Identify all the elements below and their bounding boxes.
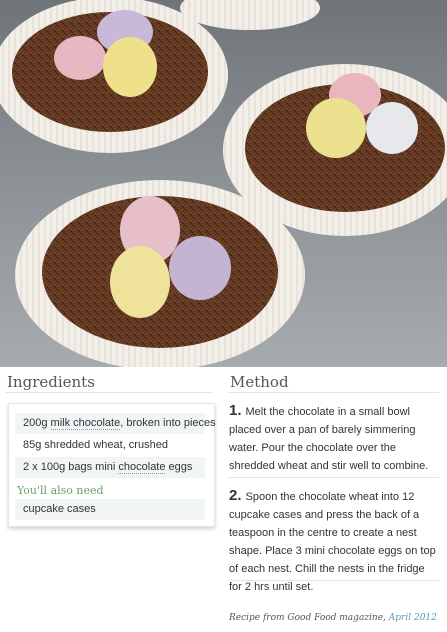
credit-text: Recipe from Good Food magazine, [229,613,389,623]
ingredients-card: 200g milk chocolate, broken into pieces … [8,403,216,527]
also-need-label: You'll also need [17,484,104,497]
method-heading: Method [230,373,289,391]
step-divider [229,477,439,478]
also-need-item: cupcake cases [15,499,205,520]
also-need-text: cupcake cases [23,503,96,515]
ingredient-link-milk-chocolate[interactable]: milk chocolate [50,417,121,430]
ingredient-item: 2 x 100g bags mini chocolate eggs [15,457,205,478]
step-text: Spoon the chocolate wheat into 12 cupcak… [229,491,436,593]
credit-issue-link[interactable]: April 2012 [389,613,437,623]
step-divider [229,580,439,581]
recipe-photo [0,0,447,367]
ingredient-text: 2 x 100g bags mini [23,461,119,473]
ingredients-heading: Ingredients [7,373,95,391]
method-step-1: 1. Melt the chocolate in a small bowl pla… [229,402,439,475]
step-number: 2. [229,487,242,504]
method-divider [229,392,439,393]
ingredient-text: eggs [165,461,193,473]
recipe-credit: Recipe from Good Food magazine, April 20… [229,613,437,623]
ingredient-text: 85g shredded wheat, crushed [23,439,168,451]
step-text: Melt the chocolate in a small bowl place… [229,406,429,472]
ingredient-item: 85g shredded wheat, crushed [15,435,205,456]
ingredient-item: 200g milk chocolate, broken into pieces [15,413,216,434]
ingredient-link-chocolate[interactable]: chocolate [118,461,166,474]
ingredient-text: 200g [23,417,51,429]
step-number: 1. [229,402,242,419]
ingredient-text: , broken into pieces [120,417,216,429]
ingredients-divider [6,392,213,393]
